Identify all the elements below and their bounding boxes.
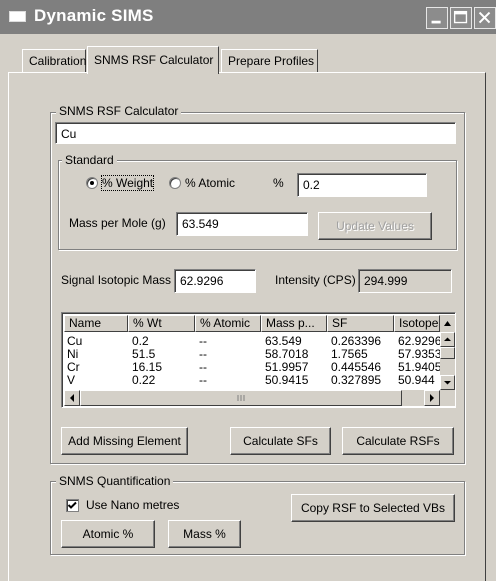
rsf-calculator-group-label: SNMS RSF Calculator [56,104,182,118]
table-cell: Cr [67,361,80,374]
arrow-right-icon [430,394,434,402]
arrow-up-icon [444,321,451,326]
radio-atomic-label[interactable]: % Atomic [185,176,235,190]
close-button[interactable] [474,7,496,29]
window-title: Dynamic SIMS [34,6,154,25]
table-cell: V [67,374,76,387]
app-window-icon [9,11,26,22]
quantification-group-label: SNMS Quantification [56,474,174,488]
table-cell: 51.9405 [398,361,440,374]
table-cell: Ni [67,348,79,361]
arrow-up-icon [444,337,451,341]
element-input[interactable]: Cu [55,122,456,144]
atomic-percent-button[interactable]: Atomic % [61,520,155,548]
update-values-button[interactable]: Update Values [318,212,432,240]
table-cell: 58.7018 [265,348,309,361]
use-nano-metres-label[interactable]: Use Nano metres [86,498,179,512]
standard-group-label: Standard [62,153,117,167]
table-cell: 50.9415 [265,374,309,387]
table-cell: 16.15 [132,361,163,374]
signal-isotopic-mass-input[interactable]: 62.9296 [174,269,256,293]
intensity-label: Intensity (CPS) [275,273,356,287]
table-cell: Cu [67,335,83,348]
mass-per-mole-input[interactable]: 63.549 [176,212,308,236]
table-cell: 63.549 [265,335,302,348]
column-header-wt[interactable]: % Wt [128,315,195,332]
close-icon [478,11,491,24]
table-cell: 51.5 [132,348,156,361]
horizontal-scrollbar[interactable] [64,390,455,406]
horizontal-scroll-thumb[interactable] [80,390,402,406]
grip-icon [237,395,245,401]
column-header-isotope[interactable]: Isotope [394,315,440,332]
table-cell: 1.7565 [331,348,368,361]
table-cell: -- [199,335,207,348]
tab-snms-rsf-calculator[interactable]: SNMS RSF Calculator [87,46,219,74]
table-cell: 51.9957 [265,361,309,374]
use-nano-metres-checkbox[interactable] [66,499,79,512]
vertical-scrollbar[interactable] [440,332,455,390]
column-header-name[interactable]: Name [64,315,128,332]
radio-atomic[interactable] [169,177,181,189]
arrow-down-icon [444,381,451,385]
tab-prepare-profiles[interactable]: Prepare Profiles [221,49,318,73]
scroll-up-button[interactable] [440,332,455,347]
mass-per-mole-label: Mass per Mole (g) [69,216,166,230]
calculate-sfs-button[interactable]: Calculate SFs [230,427,331,455]
maximize-button[interactable] [450,7,472,29]
table-cell: -- [199,374,207,387]
table-cell: 0.22 [132,374,156,387]
mass-percent-button[interactable]: Mass % [168,520,241,548]
add-missing-element-button[interactable]: Add Missing Element [61,427,188,455]
radio-weight-label[interactable]: % Weight [100,175,155,191]
tab-calibration[interactable]: Calibration [22,49,86,73]
scroll-down-button[interactable] [440,375,455,390]
table-cell: 62.9296 [398,335,440,348]
column-header-sf[interactable]: SF [327,315,394,332]
calculate-rsfs-button[interactable]: Calculate RSFs [342,427,454,455]
elements-table[interactable]: Name % Wt % Atomic Mass p... SF Isotope … [61,312,456,408]
table-cell: 50.944 [398,374,435,387]
scroll-right-button[interactable] [424,390,440,406]
scroll-left-button[interactable] [64,390,80,406]
table-cell: 0.327895 [331,374,382,387]
minimize-icon [431,20,441,24]
column-header-atomic[interactable]: % Atomic [195,315,261,332]
vertical-scroll-thumb[interactable] [440,347,455,359]
table-cell: 57.9353 [398,348,440,361]
radio-weight[interactable] [86,177,98,189]
table-cell: -- [199,348,207,361]
column-header-mass[interactable]: Mass p... [261,315,327,332]
percent-input[interactable]: 0.2 [297,173,427,197]
intensity-display: 294.999 [358,269,452,293]
scroll-top-gap [440,315,455,332]
signal-isotopic-mass-label: Signal Isotopic Mass [61,273,172,287]
table-cell: -- [199,361,207,374]
table-cell: 0.263396 [331,335,382,348]
copy-rsf-button[interactable]: Copy RSF to Selected VBs [291,494,455,522]
percent-label: % [273,176,284,190]
table-cell: 0.2 [132,335,149,348]
arrow-left-icon [70,394,74,402]
checkmark-icon [67,501,77,509]
maximize-icon [453,10,468,24]
minimize-button[interactable] [426,7,448,29]
table-cell: 0.445546 [331,361,382,374]
title-bar[interactable]: Dynamic SIMS [0,0,496,34]
radio-selected-dot [90,181,94,185]
